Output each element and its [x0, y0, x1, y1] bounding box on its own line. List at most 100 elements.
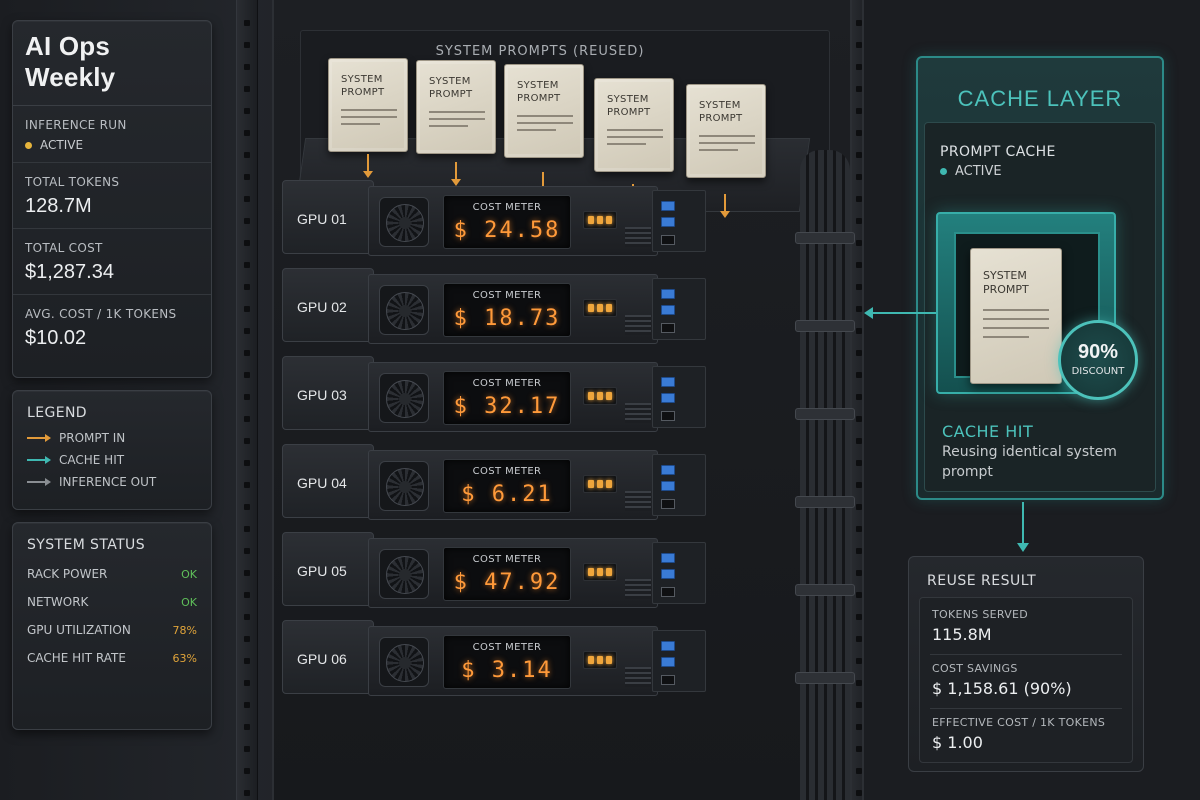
- gpu-unit: GPU 04 COST METER $ 6.21: [282, 444, 706, 524]
- status-leds: [583, 211, 617, 229]
- io-ports: [652, 454, 706, 516]
- rail-hole: [244, 20, 250, 26]
- cached-system-prompt-card: SYSTEM PROMPT: [970, 248, 1062, 384]
- tokens-served-value: 115.8M: [932, 625, 992, 644]
- rail-hole: [244, 636, 250, 642]
- avg-cost-value: $10.02: [25, 327, 87, 349]
- network-port-icon: [661, 641, 675, 651]
- gray-arrow-icon: [27, 478, 51, 486]
- total-tokens-label: TOTAL TOKENS: [25, 175, 120, 189]
- network-port-icon: [661, 411, 675, 421]
- network-port-icon: [661, 289, 675, 299]
- gpu-faceplate: GPU 03: [282, 356, 374, 430]
- fan-icon: [379, 285, 429, 335]
- avg-cost-metric: AVG. COST / 1K TOKENS $10.02: [13, 295, 211, 360]
- cost-savings-label: COST SAVINGS: [932, 662, 1018, 675]
- cost-meter-label: COST METER: [472, 378, 542, 389]
- cost-meter-value: $ 47.92: [453, 570, 561, 595]
- status-row-cache-hit-rate: CACHE HIT RATE 63%: [27, 651, 197, 665]
- cable-strap: [795, 584, 855, 596]
- rail-hole: [244, 372, 250, 378]
- gpu-label: GPU 03: [297, 387, 347, 403]
- gpu-label: GPU 01: [297, 211, 347, 227]
- gpu-unit: GPU 05 COST METER $ 47.92: [282, 532, 706, 612]
- rail-hole: [244, 504, 250, 510]
- rail-hole: [244, 174, 250, 180]
- status-leds: [583, 387, 617, 405]
- cable-strap: [795, 232, 855, 244]
- io-ports: [652, 366, 706, 428]
- vent-grille: [625, 667, 651, 687]
- rail-hole: [244, 570, 250, 576]
- rail-hole: [244, 768, 250, 774]
- legend-item-prompt-in: PROMPT IN: [27, 431, 197, 445]
- cost-meter: COST METER $ 32.17: [443, 371, 571, 425]
- gpu-chassis: COST METER $ 32.17: [368, 362, 658, 432]
- status-label: RACK POWER: [27, 567, 108, 581]
- network-port-icon: [661, 553, 675, 563]
- rail-hole: [244, 526, 250, 532]
- prompt-in-arrow-icon: [451, 162, 461, 186]
- system-prompt-card: SYSTEM PROMPT: [594, 78, 674, 172]
- fan-icon: [379, 637, 429, 687]
- cost-meter: COST METER $ 47.92: [443, 547, 571, 601]
- system-prompt-card: SYSTEM PROMPT: [328, 58, 408, 152]
- gpu-label: GPU 05: [297, 563, 347, 579]
- cable-strap: [795, 672, 855, 684]
- network-port-icon: [661, 569, 675, 579]
- rail-hole: [244, 196, 250, 202]
- rail-hole: [244, 724, 250, 730]
- inference-run-status-text: ACTIVE: [40, 138, 84, 152]
- rail-hole: [244, 350, 250, 356]
- network-port-icon: [661, 217, 675, 227]
- gpu-unit: GPU 02 COST METER $ 18.73: [282, 268, 706, 348]
- cache-hit-title: CACHE HIT: [942, 422, 1034, 441]
- network-port-icon: [661, 377, 675, 387]
- inference-run-label: INFERENCE RUN: [25, 118, 127, 132]
- cost-meter: COST METER $ 6.21: [443, 459, 571, 513]
- cached-card-line1: SYSTEM: [983, 269, 1027, 282]
- gpu-label: GPU 02: [297, 299, 347, 315]
- rail-hole: [244, 790, 250, 796]
- rail-hole: [244, 548, 250, 554]
- total-cost-metric: TOTAL COST $1,287.34: [13, 229, 211, 295]
- fan-icon: [379, 461, 429, 511]
- rail-hole: [244, 658, 250, 664]
- tokens-served-metric: TOKENS SERVED 115.8M: [932, 608, 1028, 644]
- status-row-gpu-utilization: GPU UTILIZATION 78%: [27, 623, 197, 637]
- vent-grille: [625, 491, 651, 511]
- status-leds: [583, 651, 617, 669]
- system-prompt-card: SYSTEM PROMPT: [416, 60, 496, 154]
- summary-card: AI Ops Weekly INFERENCE RUN ACTIVE TOTAL…: [12, 20, 212, 378]
- cable-bundle: [800, 150, 850, 800]
- total-cost-value: $1,287.34: [25, 261, 114, 283]
- gpu-unit: GPU 06 COST METER $ 3.14: [282, 620, 706, 700]
- cache-down-arrow-icon: [1017, 502, 1029, 552]
- network-port-icon: [661, 481, 675, 491]
- cost-meter-value: $ 24.58: [453, 218, 561, 243]
- network-port-icon: [661, 675, 675, 685]
- network-port-icon: [661, 587, 675, 597]
- status-value: OK: [181, 567, 197, 581]
- network-port-icon: [661, 201, 675, 211]
- prompt-in-arrow-icon: [720, 194, 730, 218]
- gpu-chassis: COST METER $ 18.73: [368, 274, 658, 344]
- rail-hole: [244, 218, 250, 224]
- tokens-served-label: TOKENS SERVED: [932, 608, 1029, 621]
- rail-hole: [244, 64, 250, 70]
- status-dot-icon: [940, 168, 947, 175]
- network-port-icon: [661, 323, 675, 333]
- cost-meter-value: $ 6.21: [461, 482, 553, 507]
- cost-meter-label: COST METER: [472, 554, 542, 565]
- cache-hit-arrow-icon: [864, 307, 936, 319]
- legend-card: LEGEND PROMPT IN CACHE HIT INFERENCE OUT: [12, 390, 212, 510]
- avg-cost-label: AVG. COST / 1K TOKENS: [25, 307, 177, 321]
- gpu-chassis: COST METER $ 47.92: [368, 538, 658, 608]
- network-port-icon: [661, 305, 675, 315]
- cost-meter-value: $ 32.17: [453, 394, 561, 419]
- prompt-cache-status-text: ACTIVE: [955, 164, 1002, 179]
- rail-hole: [244, 460, 250, 466]
- legend-label: INFERENCE OUT: [59, 475, 157, 489]
- gpu-chassis: COST METER $ 3.14: [368, 626, 658, 696]
- rail-hole: [244, 240, 250, 246]
